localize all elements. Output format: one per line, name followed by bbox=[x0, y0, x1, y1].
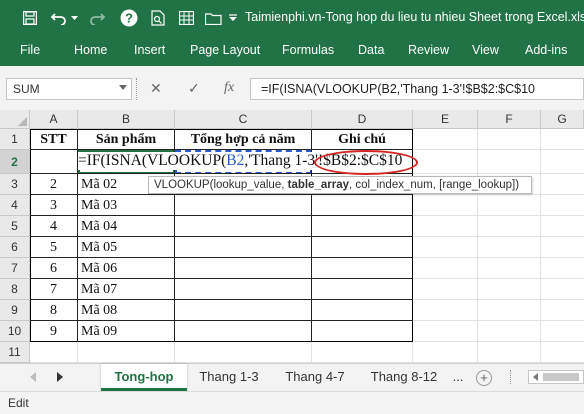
add-sheet-icon[interactable]: + bbox=[476, 370, 492, 386]
window-title: Taimienphi.vn-Tong hop du lieu tu nhieu … bbox=[245, 10, 584, 24]
tab-view[interactable]: View bbox=[472, 43, 499, 57]
sheet-nav-prev-icon[interactable] bbox=[30, 372, 36, 382]
cell-b8[interactable]: Mã 07 bbox=[78, 279, 175, 300]
undo-icon[interactable] bbox=[50, 9, 68, 27]
redo-icon[interactable] bbox=[88, 9, 106, 27]
cell-a3[interactable]: 2 bbox=[30, 174, 78, 195]
sheet-tab-tong-hop[interactable]: Tong-hop bbox=[101, 364, 187, 391]
worksheet-grid[interactable]: A B C D E F G 1 2 3 4 5 6 7 8 9 10 11 ST… bbox=[0, 110, 584, 363]
sheet-tab-thang-8-12[interactable]: Thang 8-12 bbox=[362, 364, 446, 391]
more-sheets[interactable]: ... bbox=[450, 364, 466, 391]
name-box-value: SUM bbox=[13, 82, 40, 96]
in-cell-formula[interactable]: =IF(ISNA(VLOOKUP(B2,'Thang 1-3'!$B$2:$C$… bbox=[78, 152, 403, 170]
sheet-tab-thang-1-3[interactable]: Thang 1-3 bbox=[190, 364, 268, 391]
cell-a7[interactable]: 6 bbox=[30, 258, 78, 279]
cell-c5[interactable] bbox=[175, 216, 312, 237]
enter-icon[interactable]: ✓ bbox=[188, 80, 200, 97]
header-cell-stt[interactable]: STT bbox=[30, 129, 78, 150]
cell-c7[interactable] bbox=[175, 258, 312, 279]
insert-function-icon[interactable]: fx bbox=[224, 80, 234, 96]
header-cell-tong-hop[interactable]: Tổng hợp cả năm bbox=[175, 129, 312, 150]
cell-d4[interactable] bbox=[312, 195, 413, 216]
cell-c8[interactable] bbox=[175, 279, 312, 300]
save-icon[interactable] bbox=[22, 9, 38, 27]
status-bar: Edit bbox=[0, 391, 584, 414]
scroll-thumb[interactable] bbox=[543, 373, 579, 381]
formula-bar: SUM ✕ ✓ fx =IF(ISNA(VLOOKUP(B2,'Thang 1-… bbox=[0, 66, 584, 110]
tab-page-layout[interactable]: Page Layout bbox=[190, 43, 260, 57]
cell-a4[interactable]: 3 bbox=[30, 195, 78, 216]
cell-b7[interactable]: Mã 06 bbox=[78, 258, 175, 279]
sheet-nav-next-icon[interactable] bbox=[57, 372, 63, 382]
undo-dropdown-icon[interactable] bbox=[70, 9, 78, 27]
status-mode: Edit bbox=[8, 396, 29, 410]
tab-insert[interactable]: Insert bbox=[134, 43, 165, 57]
cell-b10[interactable]: Mã 09 bbox=[78, 321, 175, 342]
chevron-down-icon[interactable] bbox=[119, 85, 127, 90]
sheet-tab-thang-4-7[interactable]: Thang 4-7 bbox=[276, 364, 354, 391]
tab-file[interactable]: File bbox=[20, 43, 40, 57]
tab-formulas[interactable]: Formulas bbox=[282, 43, 334, 57]
formula-range: !$B$2:$C$10 bbox=[317, 152, 403, 169]
title-bar: ? Taimienphi.vn-Tong hop du lieu tu nhie… bbox=[0, 0, 584, 36]
cell-b6[interactable]: Mã 05 bbox=[78, 237, 175, 258]
table-icon[interactable] bbox=[178, 9, 194, 27]
cell-d10[interactable] bbox=[312, 321, 413, 342]
name-box[interactable]: SUM bbox=[6, 78, 132, 100]
cell-d7[interactable] bbox=[312, 258, 413, 279]
formula-part-1: =IF(ISNA(VLOOKUP( bbox=[78, 152, 227, 169]
tab-review[interactable]: Review bbox=[408, 43, 449, 57]
cell-c10[interactable] bbox=[175, 321, 312, 342]
folder-icon[interactable] bbox=[204, 9, 222, 27]
cell-b9[interactable]: Mã 08 bbox=[78, 300, 175, 321]
cell-c4[interactable] bbox=[175, 195, 312, 216]
divider bbox=[510, 370, 512, 384]
cell-d5[interactable] bbox=[312, 216, 413, 237]
tab-add-ins[interactable]: Add-ins bbox=[525, 43, 567, 57]
formula-ref-b2: B2 bbox=[226, 152, 245, 169]
cell-c6[interactable] bbox=[175, 237, 312, 258]
cell-a6[interactable]: 5 bbox=[30, 237, 78, 258]
cancel-icon[interactable]: ✕ bbox=[150, 80, 162, 97]
cell-a2[interactable] bbox=[30, 150, 78, 174]
svg-text:?: ? bbox=[125, 11, 133, 26]
tab-data[interactable]: Data bbox=[358, 43, 384, 57]
divider bbox=[136, 78, 138, 100]
ribbon: File Home Insert Page Layout Formulas Da… bbox=[0, 36, 584, 66]
formula-input[interactable]: =IF(ISNA(VLOOKUP(B2,'Thang 1-3'!$B$2:$C$… bbox=[250, 78, 584, 100]
customize-qat-icon[interactable] bbox=[228, 9, 238, 27]
cell-a8[interactable]: 7 bbox=[30, 279, 78, 300]
cell-a9[interactable]: 8 bbox=[30, 300, 78, 321]
cell-d6[interactable] bbox=[312, 237, 413, 258]
help-icon[interactable]: ? bbox=[120, 9, 138, 27]
horizontal-scrollbar[interactable] bbox=[528, 370, 584, 384]
tooltip-arg-table-array[interactable]: table_array bbox=[288, 179, 349, 191]
function-tooltip[interactable]: VLOOKUP(lookup_value, table_array, col_i… bbox=[148, 176, 532, 194]
cell-d9[interactable] bbox=[312, 300, 413, 321]
tooltip-fn: VLOOKUP( bbox=[154, 179, 214, 191]
cell-d8[interactable] bbox=[312, 279, 413, 300]
scroll-left-icon[interactable] bbox=[533, 373, 538, 381]
tab-home[interactable]: Home bbox=[74, 43, 107, 57]
header-cell-san-pham[interactable]: Sản phẩm bbox=[78, 129, 175, 150]
cell-a5[interactable]: 4 bbox=[30, 216, 78, 237]
print-preview-icon[interactable] bbox=[150, 9, 166, 27]
cell-b5[interactable]: Mã 04 bbox=[78, 216, 175, 237]
header-cell-ghi-chu[interactable]: Ghi chú bbox=[312, 129, 413, 150]
tooltip-arg-lookup-value[interactable]: lookup_value bbox=[213, 179, 281, 191]
formula-buttons: ✕ ✓ fx bbox=[136, 78, 246, 100]
cell-b4[interactable]: Mã 03 bbox=[78, 195, 175, 216]
cell-c9[interactable] bbox=[175, 300, 312, 321]
sheet-tab-bar: Tong-hop Thang 1-3 Thang 4-7 Thang 8-12 … bbox=[0, 363, 584, 391]
cell-a10[interactable]: 9 bbox=[30, 321, 78, 342]
formula-part-2: ,'Thang 1-3' bbox=[244, 152, 318, 169]
tooltip-rest: , col_index_num, [range_lookup]) bbox=[348, 179, 520, 191]
